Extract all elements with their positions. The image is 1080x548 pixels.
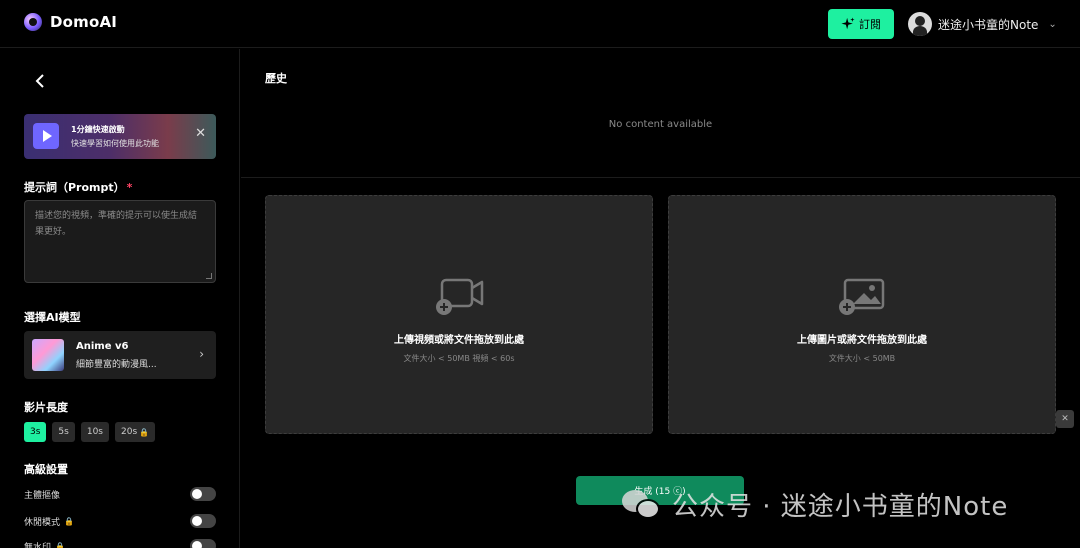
wechat-icon [622,489,662,520]
lock-icon: 🔒 [64,516,74,526]
prompt-placeholder: 描述您的視頻，準確的提示可以使生成結果更好。 [35,211,198,237]
lock-icon: 🔒 [139,427,150,437]
upload-image-dropzone[interactable]: 上傳圖片或將文件拖放到此處 文件大小 < 50MB [668,195,1056,434]
divider [241,177,1080,178]
subject-cutout-toggle[interactable] [190,487,216,501]
sidebar: 1分鐘快速啟動 快速學習如何使用此功能 ✕ 提示詞（Prompt） * 描述您的視… [0,49,240,548]
lock-icon: 🔒 [55,541,65,548]
quick-start-banner[interactable]: 1分鐘快速啟動 快速學習如何使用此功能 ✕ [24,114,216,159]
watermark-text: 公众号 · 迷途小书童的Note [672,492,1009,522]
sparkle-icon [841,17,855,30]
app-logo[interactable]: DomoAI [24,13,117,31]
duration-5s[interactable]: 5s [52,422,75,442]
duration-3s[interactable]: 3s [24,422,47,442]
model-name: Anime v6 [76,341,129,352]
toggle-label: 休閒模式 [24,517,61,528]
feedback-icon[interactable]: ✕ [1056,410,1074,428]
back-button[interactable] [32,71,48,91]
model-thumbnail [32,339,64,371]
model-description: 細節豐富的動漫風... [76,360,157,370]
app-name: DomoAI [50,13,118,31]
video-upload-icon [436,278,484,315]
duration-10s[interactable]: 10s [80,422,109,442]
history-empty-text: No content available [608,119,713,130]
chevron-right-icon: › [199,347,204,361]
toggle-row-no-watermark: 無水印 🔒 [24,538,216,548]
close-icon[interactable]: ✕ [195,127,206,140]
upload-image-subtitle: 文件大小 < 50MB [828,354,896,363]
duration-section-label: 影片長度 [24,401,68,414]
duration-20s-label: 20s [121,427,138,437]
no-watermark-toggle[interactable] [190,539,216,548]
model-selector[interactable]: Anime v6 細節豐富的動漫風... › [24,331,216,379]
top-header: DomoAI 訂閱 迷途小书童的Note ⌄ [0,0,1080,48]
model-section-label: 選擇AI模型 [24,311,81,324]
avatar [908,12,932,36]
subscribe-label: 訂閱 [859,18,881,31]
required-mark: * [126,181,133,194]
toggle-label-group: 休閒模式 🔒 [24,515,74,528]
prompt-label-text: 提示詞（Prompt） [24,181,125,194]
upload-video-title: 上傳視頻或將文件拖放到此處 [394,335,524,346]
play-icon [33,123,59,149]
toggle-label-group: 無水印 🔒 [24,540,65,548]
toggle-row-relax-mode: 休閒模式 🔒 [24,513,216,529]
upload-video-dropzone[interactable]: 上傳視頻或將文件拖放到此處 文件大小 < 50MB 視頻 < 60s [265,195,653,434]
prompt-label: 提示詞（Prompt） * [24,179,132,195]
resize-handle-icon[interactable] [206,273,212,279]
relax-mode-toggle[interactable] [190,514,216,528]
chevron-down-icon: ⌄ [1048,18,1057,30]
watermark: 公众号 · 迷途小书童的Note [622,486,1008,523]
advanced-section-label: 高級設置 [24,463,68,476]
toggle-label: 主體摳像 [24,490,61,501]
toggle-row-subject-cutout: 主體摳像 [24,486,216,502]
duration-options: 3s 5s 10s 20s 🔒 [24,422,156,442]
banner-subtitle: 快速學習如何使用此功能 [71,139,159,148]
toggle-label: 無水印 [24,542,52,548]
upload-image-title: 上傳圖片或將文件拖放到此處 [797,335,927,346]
subscribe-button[interactable]: 訂閱 [828,9,894,39]
banner-title: 1分鐘快速啟動 [71,125,125,134]
image-upload-icon [839,278,885,315]
logo-icon [24,13,42,31]
prompt-input[interactable]: 描述您的視頻，準確的提示可以使生成結果更好。 [24,200,216,283]
chevron-left-icon [35,74,44,88]
history-title: 歷史 [265,72,287,85]
user-menu[interactable]: 迷途小书童的Note ⌄ [908,12,1057,36]
duration-20s[interactable]: 20s 🔒 [115,422,156,442]
upload-video-subtitle: 文件大小 < 50MB 視頻 < 60s [403,354,515,363]
user-name: 迷途小书童的Note [938,17,1039,32]
